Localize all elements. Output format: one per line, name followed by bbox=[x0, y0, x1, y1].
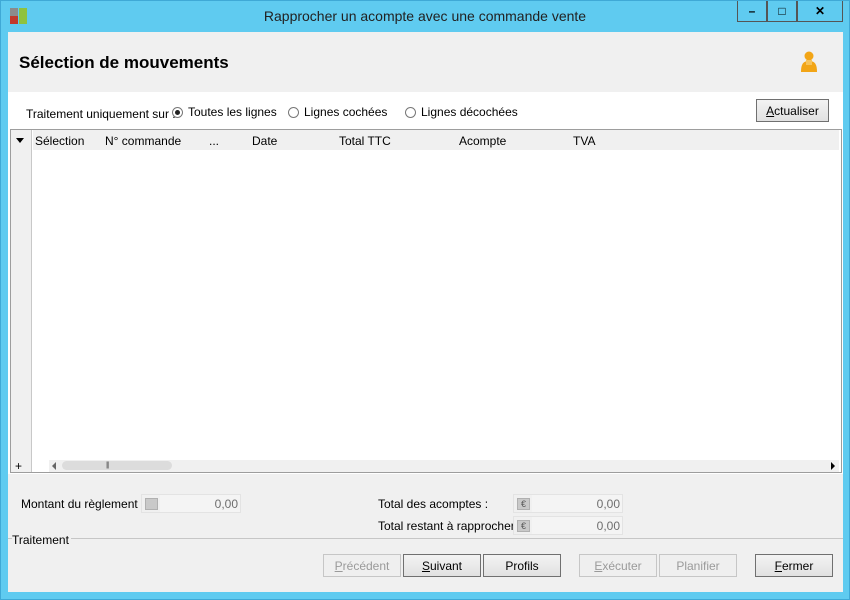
window-title: Rapprocher un acompte avec une commande … bbox=[263, 8, 587, 24]
previous-button[interactable]: Précédent bbox=[323, 554, 401, 577]
traitement-section: Traitement Précédent Suivant Profils Exé… bbox=[8, 474, 843, 592]
next-button[interactable]: Suivant bbox=[403, 554, 481, 577]
scrollbar-grip-icon: ||| bbox=[106, 462, 110, 469]
schedule-button-label: Planifier bbox=[676, 558, 720, 573]
page-title: Sélection de mouvements bbox=[19, 53, 229, 72]
radio-checked-icon bbox=[172, 106, 183, 118]
column-header-vat[interactable]: TVA bbox=[573, 134, 595, 148]
minimize-button[interactable]: – bbox=[737, 1, 767, 22]
radio-checked-lines-label: Lignes cochées bbox=[304, 105, 388, 119]
add-row-icon[interactable]: + bbox=[15, 459, 22, 473]
next-button-label: Suivant bbox=[421, 558, 463, 573]
radio-unchecked-lines-label: Lignes décochées bbox=[421, 105, 518, 119]
dialog-body: Sélection de mouvements Traitement uniqu… bbox=[8, 32, 843, 592]
scrollbar-thumb[interactable] bbox=[62, 461, 172, 470]
column-header-order-number[interactable]: N° commande bbox=[105, 134, 181, 148]
close-icon: ✕ bbox=[814, 4, 826, 18]
close-button[interactable]: Fermer bbox=[755, 554, 833, 577]
maximize-icon: □ bbox=[778, 4, 786, 18]
filter-label: Traitement uniquement sur : bbox=[26, 107, 176, 121]
column-header-date[interactable]: Date bbox=[252, 134, 277, 148]
column-header-total-ttc[interactable]: Total TTC bbox=[339, 134, 391, 148]
movements-table[interactable]: Sélection N° commande ... Date Total TTC… bbox=[10, 129, 842, 473]
close-button-label: Fermer bbox=[774, 558, 814, 573]
column-header-selection[interactable]: Sélection bbox=[35, 134, 84, 148]
table-header: Sélection N° commande ... Date Total TTC… bbox=[33, 130, 839, 150]
close-window-button[interactable]: ✕ bbox=[797, 1, 843, 22]
refresh-button-label: Actualiser bbox=[766, 103, 819, 118]
schedule-button[interactable]: Planifier bbox=[659, 554, 737, 577]
refresh-button[interactable]: Actualiser bbox=[756, 99, 829, 122]
radio-all-lines[interactable]: Toutes les lignes bbox=[172, 105, 277, 119]
section-label: Traitement bbox=[12, 533, 71, 547]
radio-unchecked-lines[interactable]: Lignes décochées bbox=[405, 105, 518, 119]
radio-unchecked-icon bbox=[405, 106, 416, 118]
execute-button-label: Exécuter bbox=[594, 558, 642, 573]
profiles-button-label: Profils bbox=[505, 558, 539, 573]
filter-bar: Traitement uniquement sur : Toutes les l… bbox=[8, 92, 843, 128]
column-header-deposit[interactable]: Acompte bbox=[459, 134, 506, 148]
horizontal-scrollbar[interactable]: ||| bbox=[49, 460, 839, 472]
user-icon[interactable] bbox=[800, 51, 818, 73]
window-controls: – □ ✕ bbox=[737, 1, 843, 22]
previous-button-label: Précédent bbox=[334, 558, 390, 573]
scroll-left-icon[interactable] bbox=[52, 462, 56, 470]
minimize-icon: – bbox=[748, 4, 756, 18]
radio-checked-lines[interactable]: Lignes cochées bbox=[288, 105, 387, 119]
radio-all-lines-label: Toutes les lignes bbox=[188, 105, 277, 119]
radio-unchecked-icon bbox=[288, 106, 299, 118]
column-menu-icon[interactable] bbox=[16, 138, 24, 143]
main-window: Rapprocher un acompte avec une commande … bbox=[0, 0, 850, 600]
scroll-right-icon[interactable] bbox=[831, 462, 835, 470]
section-divider bbox=[8, 538, 843, 539]
column-header-more[interactable]: ... bbox=[209, 134, 219, 148]
title-bar[interactable]: Rapprocher un acompte avec une commande … bbox=[1, 1, 849, 32]
wizard-header: Sélection de mouvements bbox=[8, 32, 843, 92]
execute-button[interactable]: Exécuter bbox=[579, 554, 657, 577]
maximize-button[interactable]: □ bbox=[767, 1, 797, 22]
row-header-column bbox=[11, 130, 32, 472]
profiles-button[interactable]: Profils bbox=[483, 554, 561, 577]
